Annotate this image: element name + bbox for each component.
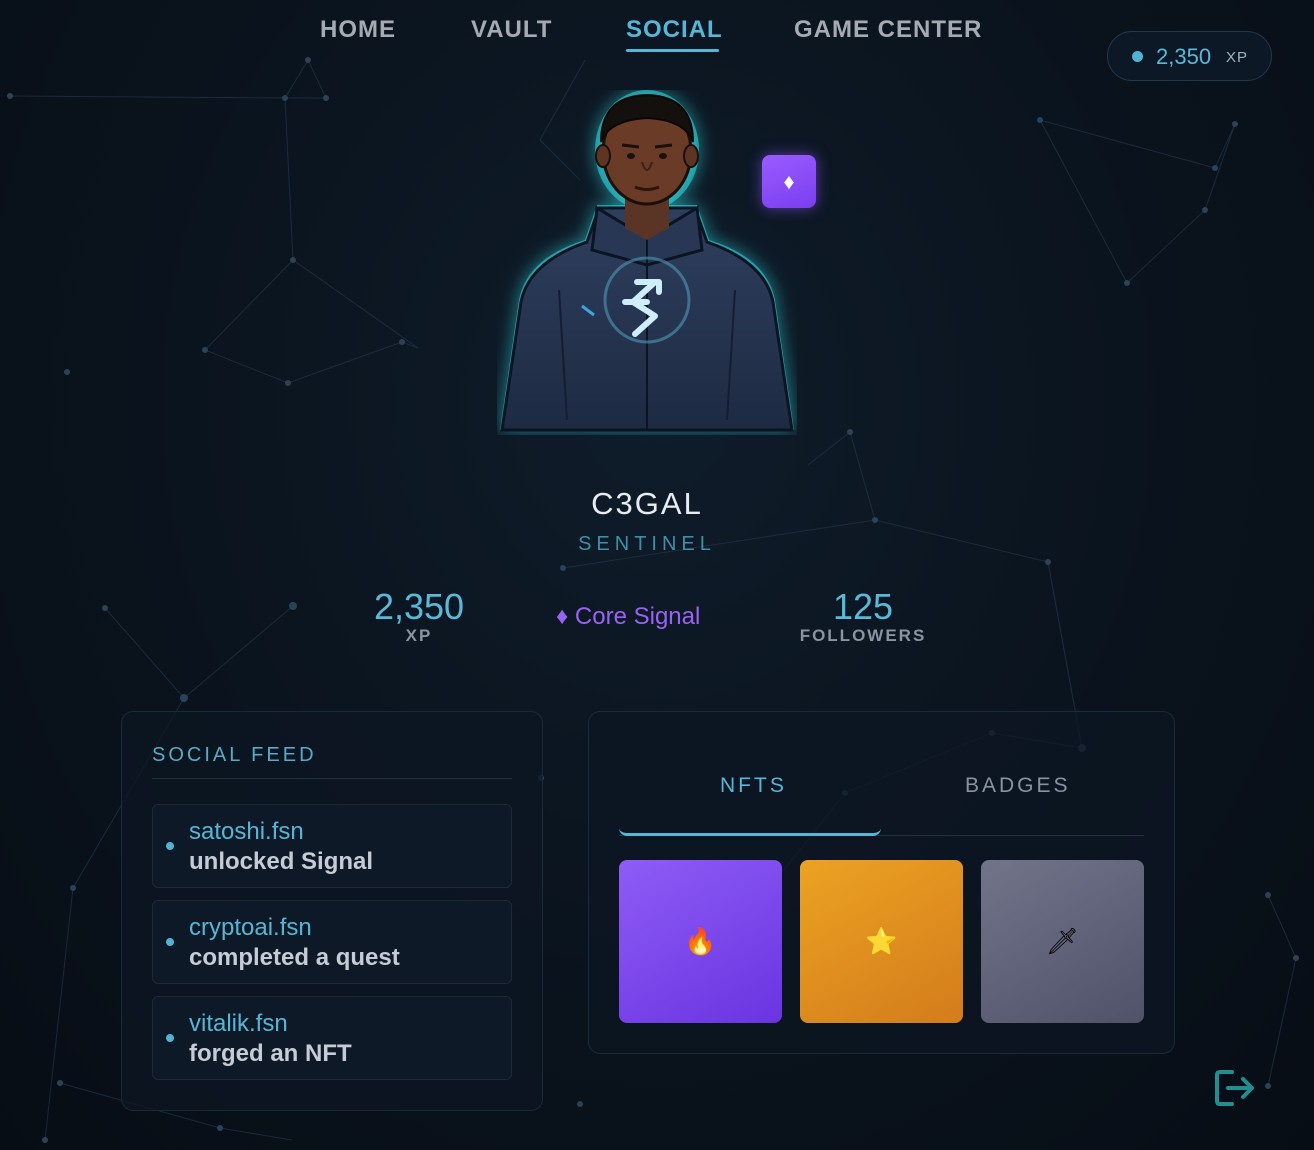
feed-item-action: unlocked Signal: [189, 848, 374, 875]
feed-item[interactable]: satoshi.fsn unlocked Signal: [152, 804, 512, 888]
profile-role: SENTINEL: [578, 533, 716, 555]
tab-badges[interactable]: BADGES: [965, 774, 1071, 798]
fire-icon: 🔥: [684, 926, 717, 956]
feed-item-user[interactable]: cryptoai.fsn: [189, 914, 312, 942]
feed-item-action: forged an NFT: [189, 1040, 352, 1067]
stat-followers-value: 125: [832, 586, 894, 627]
xp-balance-unit: XP: [1226, 49, 1249, 66]
nav-tab-home[interactable]: HOME: [320, 16, 396, 44]
stat-xp: 2,350 XP: [360, 586, 478, 646]
profile-avatar: [500, 90, 794, 432]
collection-panel: NFTS BADGES 🔥 ⭐ 🗡: [588, 711, 1175, 1054]
feed-item[interactable]: vitalik.fsn forged an NFT: [152, 996, 512, 1080]
nav-tab-game-center[interactable]: GAME CENTER: [794, 16, 982, 44]
bullet-icon: [166, 1034, 174, 1042]
stat-followers-label: FOLLOWERS: [799, 626, 927, 645]
tab-active-indicator: [619, 828, 881, 836]
nft-card[interactable]: 🗡: [981, 860, 1144, 1023]
social-feed-title: SOCIAL FEED: [152, 744, 317, 766]
nav-active-underline: [626, 49, 719, 52]
nav-tab-social[interactable]: SOCIAL: [626, 16, 723, 44]
nav-tab-vault[interactable]: VAULT: [471, 16, 552, 44]
xp-dot-icon: [1132, 51, 1143, 62]
nft-card[interactable]: 🔥: [619, 860, 782, 1023]
diamond-icon: ♦: [783, 169, 795, 194]
profile-name: C3GAL: [591, 486, 703, 521]
dagger-icon: 🗡: [1045, 926, 1079, 956]
logout-icon[interactable]: [1214, 1068, 1258, 1108]
bullet-icon: [166, 842, 174, 850]
feed-item-user[interactable]: vitalik.fsn: [189, 1010, 288, 1038]
social-feed-panel: SOCIAL FEED satoshi.fsn unlocked Signal …: [121, 711, 543, 1111]
bullet-icon: [166, 938, 174, 946]
divider: [152, 778, 512, 779]
feed-item-user[interactable]: satoshi.fsn: [189, 818, 304, 846]
tier-label: ♦ Core Signal: [556, 603, 701, 630]
stat-xp-value: 2,350: [373, 586, 465, 627]
stat-xp-label: XP: [405, 626, 433, 645]
xp-balance-value: 2,350: [1156, 44, 1212, 69]
tab-nfts[interactable]: NFTS: [720, 774, 787, 798]
stat-followers[interactable]: 125 FOLLOWERS: [793, 586, 933, 646]
xp-balance-pill[interactable]: 2,350 XP: [1107, 31, 1272, 81]
feed-item-action: completed a quest: [189, 944, 400, 971]
star-icon: ⭐: [865, 926, 898, 956]
feed-item[interactable]: cryptoai.fsn completed a quest: [152, 900, 512, 984]
nft-card[interactable]: ⭐: [800, 860, 963, 1023]
diamond-badge[interactable]: ♦: [762, 155, 816, 208]
